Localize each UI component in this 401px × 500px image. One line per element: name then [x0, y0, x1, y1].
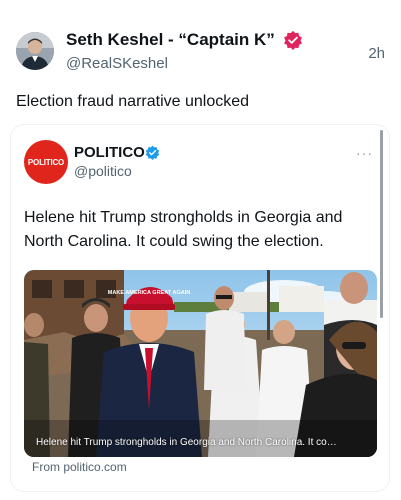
media-caption: Helene hit Trump strongholds in Georgia … [36, 437, 337, 448]
tweet: Seth Keshel - “Captain K” @RealSKeshel 2… [0, 0, 401, 500]
quoted-post-text: Helene hit Trump strongholds in Georgia … [24, 209, 343, 250]
scrollbar[interactable] [380, 130, 383, 318]
verified-badge-icon [145, 145, 160, 160]
quoted-media-image[interactable]: MAKE AMERICA GREAT AGAIN Helene hit Trum… [24, 270, 377, 457]
author-name[interactable]: Seth Keshel - “Captain K” [66, 30, 275, 50]
quoted-author-name[interactable]: POLITICO [74, 144, 145, 161]
politico-logo-text: POLITICO [27, 157, 65, 167]
post-time[interactable]: 2h [368, 45, 385, 62]
post-text: Election fraud narrative unlocked [16, 93, 250, 110]
hat-text: MAKE AMERICA GREAT AGAIN [108, 290, 190, 296]
verified-badge-icon [284, 30, 302, 50]
quoted-author-handle[interactable]: @politico [74, 163, 132, 179]
politico-avatar[interactable]: POLITICO [24, 140, 68, 184]
more-icon[interactable]: ··· [356, 145, 373, 161]
author-avatar[interactable] [16, 32, 54, 70]
author-handle[interactable]: @RealSKeshel [66, 55, 168, 72]
link-source[interactable]: From politico.com [32, 460, 127, 474]
